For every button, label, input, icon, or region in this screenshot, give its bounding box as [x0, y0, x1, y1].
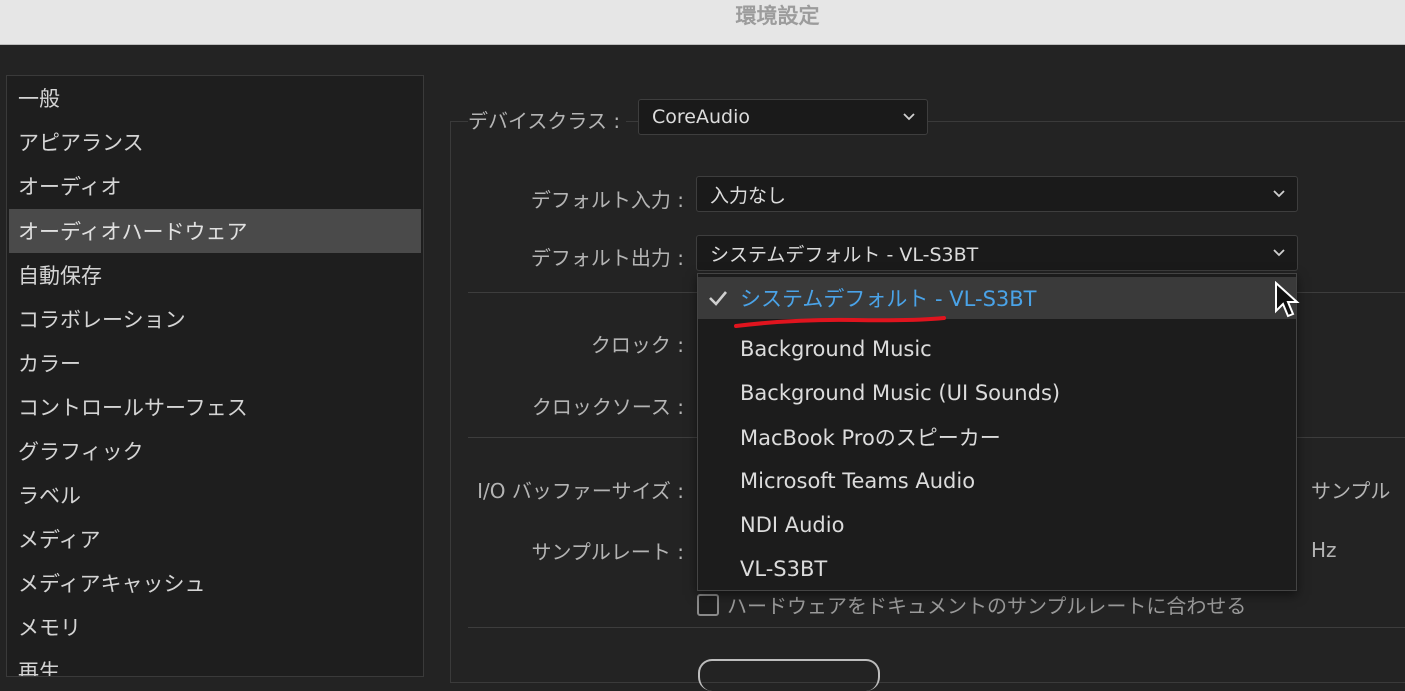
default-input-label: デフォルト入力 :	[530, 188, 684, 212]
settings-button[interactable]	[698, 659, 880, 691]
dropdown-option-ndi-audio[interactable]: NDI Audio	[698, 504, 1296, 546]
device-class-select[interactable]: CoreAudio	[638, 99, 928, 135]
sample-rate-unit: Hz	[1311, 538, 1337, 562]
dropdown-option-macbook-pro-speakers[interactable]: MacBook Proのスピーカー	[698, 416, 1296, 458]
buffer-size-label: I/O バッファーサイズ :	[477, 479, 684, 503]
sidebar-item-graphics[interactable]: グラフィック	[9, 429, 421, 473]
sidebar-item-media[interactable]: メディア	[9, 517, 421, 561]
sidebar-item-labels[interactable]: ラベル	[9, 473, 421, 517]
dropdown-option-system-default[interactable]: システムデフォルト - VL-S3BT	[698, 277, 1296, 328]
dropdown-option-background-music-ui-sounds[interactable]: Background Music (UI Sounds)	[698, 372, 1296, 414]
match-sample-rate-row[interactable]: ハードウェアをドキュメントのサンプルレートに合わせる	[697, 590, 1246, 619]
clock-source-label: クロックソース :	[531, 395, 684, 419]
default-input-value: 入力なし	[710, 184, 787, 207]
device-class-label: デバイスクラス :	[468, 105, 627, 134]
clock-label: クロック :	[590, 333, 684, 357]
device-class-value: CoreAudio	[652, 106, 750, 128]
buffer-size-unit: サンプル	[1311, 479, 1391, 503]
sidebar-item-playback[interactable]: 再生	[9, 649, 421, 676]
dropdown-option-vl-s3bt[interactable]: VL-S3BT	[698, 548, 1296, 590]
red-underline-annotation	[734, 316, 946, 328]
sidebar-item-color[interactable]: カラー	[9, 341, 421, 385]
preferences-sidebar: 一般 アピアランス オーディオ オーディオハードウェア 自動保存 コラボレーショ…	[6, 75, 424, 677]
default-output-select[interactable]: システムデフォルト - VL-S3BT	[696, 235, 1298, 271]
dropdown-option-background-music[interactable]: Background Music	[698, 328, 1296, 370]
window-titlebar: 環境設定	[0, 0, 1405, 45]
default-output-value: システムデフォルト - VL-S3BT	[710, 243, 979, 266]
sidebar-item-audio-hardware[interactable]: オーディオハードウェア	[9, 209, 421, 253]
sidebar-item-media-cache[interactable]: メディアキャッシュ	[9, 561, 421, 605]
checkmark-icon	[709, 291, 727, 306]
sidebar-item-general[interactable]: 一般	[9, 76, 421, 120]
chevron-down-icon	[903, 113, 915, 121]
audio-hardware-panel: デバイスクラス : CoreAudio デフォルト入力 : 入力なし デフォルト…	[430, 45, 1405, 691]
default-output-dropdown: システムデフォルト - VL-S3BT Background Music Bac…	[697, 273, 1297, 591]
sidebar-item-auto-save[interactable]: 自動保存	[9, 253, 421, 297]
default-output-label: デフォルト出力 :	[530, 246, 684, 270]
sidebar-item-collaboration[interactable]: コラボレーション	[9, 297, 421, 341]
sidebar-item-control-surface[interactable]: コントロールサーフェス	[9, 385, 421, 429]
sample-rate-label: サンプルレート :	[531, 540, 685, 564]
chevron-down-icon	[1273, 249, 1285, 257]
default-input-select[interactable]: 入力なし	[696, 176, 1298, 212]
sidebar-item-audio[interactable]: オーディオ	[9, 164, 421, 208]
preferences-window: 一般 アピアランス オーディオ オーディオハードウェア 自動保存 コラボレーショ…	[0, 45, 1405, 691]
option-label: システムデフォルト - VL-S3BT	[740, 287, 1037, 311]
match-sample-rate-checkbox[interactable]	[697, 593, 719, 616]
match-sample-rate-label: ハードウェアをドキュメントのサンプルレートに合わせる	[727, 594, 1247, 618]
chevron-down-icon	[1273, 190, 1285, 198]
sidebar-item-memory[interactable]: メモリ	[9, 605, 421, 649]
divider	[468, 627, 1405, 628]
window-title: 環境設定	[735, 4, 820, 28]
mouse-cursor-icon	[1275, 281, 1300, 318]
sidebar-item-appearance[interactable]: アピアランス	[9, 120, 421, 164]
dropdown-option-microsoft-teams-audio[interactable]: Microsoft Teams Audio	[698, 460, 1296, 502]
